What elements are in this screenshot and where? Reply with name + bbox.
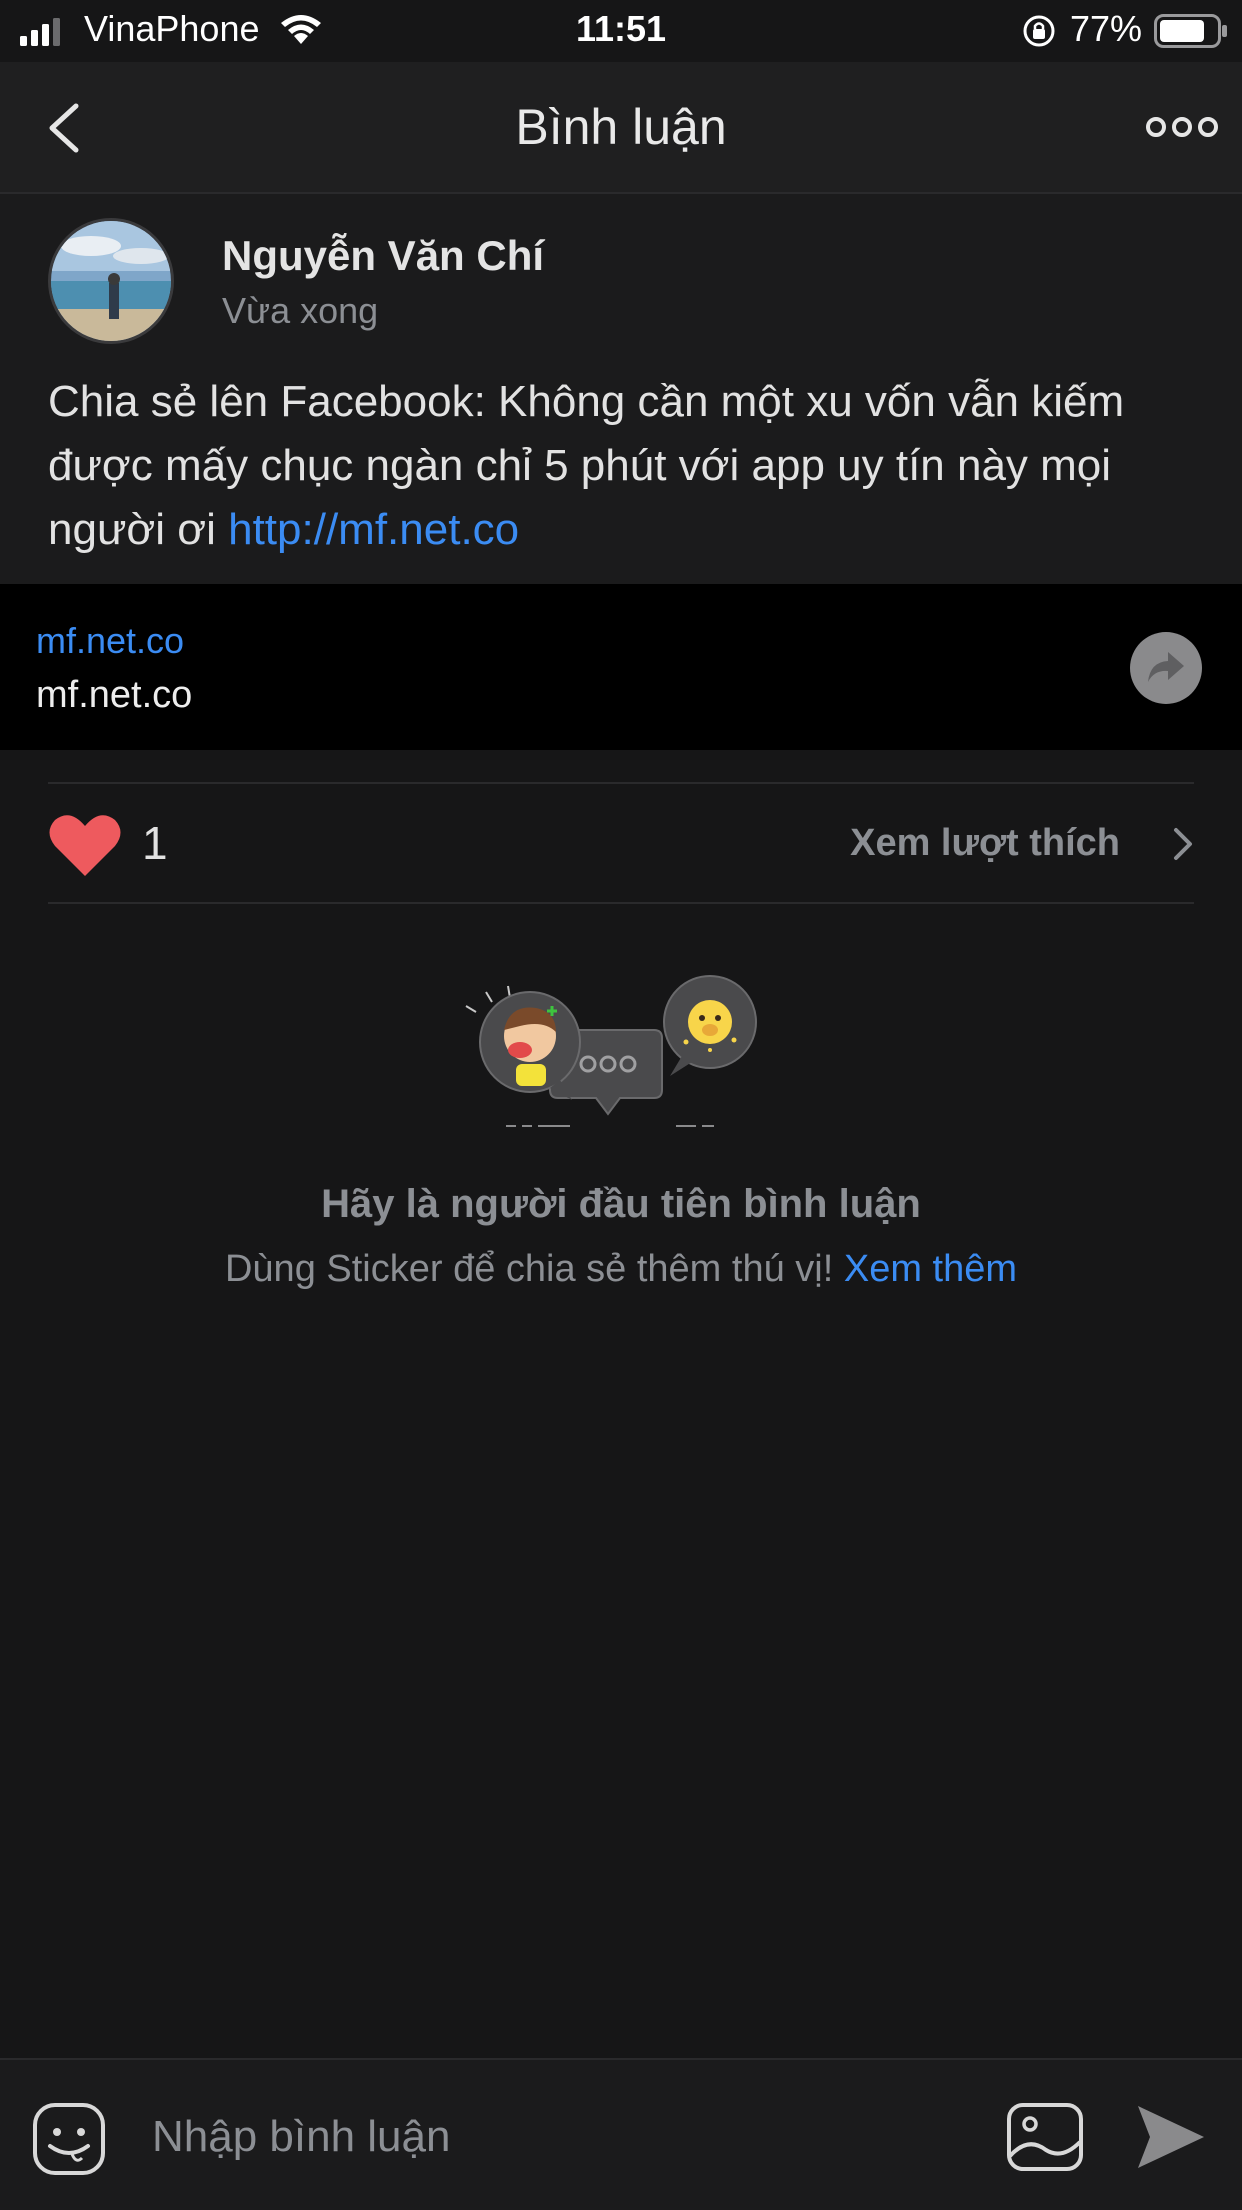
rotation-lock-icon [1023, 15, 1055, 47]
heart-icon[interactable] [48, 812, 122, 878]
battery-percent: 77% [1070, 8, 1143, 49]
see-more-link[interactable]: Xem thêm [844, 1248, 1017, 1290]
sticker-icon[interactable] [32, 2102, 106, 2176]
link-preview-card[interactable]: mf.net.co mf.net.co [0, 584, 1242, 750]
post-text-body: Chia sẻ lên Facebook: Không cần một xu v… [48, 377, 1125, 554]
share-button[interactable] [1130, 632, 1202, 704]
empty-state-title: Hãy là người đầu tiên bình luận [321, 1182, 921, 1226]
divider [48, 782, 1194, 784]
status-bar: VinaPhone 11:51 77% [0, 0, 1242, 62]
more-options-icon[interactable] [1146, 112, 1218, 142]
empty-comments-illustration [465, 975, 757, 1127]
battery-icon [1154, 14, 1227, 48]
avatar[interactable] [48, 218, 174, 344]
divider [48, 902, 1194, 904]
view-likes-label: Xem lượt thích [850, 822, 1120, 864]
nav-bar: Bình luận [0, 62, 1242, 194]
send-icon[interactable] [1136, 2104, 1206, 2170]
link-domain: mf.net.co [36, 620, 185, 661]
link-title: mf.net.co [36, 674, 193, 716]
avatar-photo [51, 221, 171, 341]
author-name[interactable]: Nguyễn Văn Chí [222, 232, 544, 280]
comment-composer [0, 2058, 1242, 2210]
post-time: Vừa xong [222, 290, 379, 331]
page-title: Bình luận [515, 99, 727, 155]
post-link[interactable]: http://mf.net.co [228, 505, 519, 554]
chevron-right-icon[interactable] [1172, 826, 1194, 862]
empty-state-subtitle-text: Dùng Sticker để chia sẻ thêm thú vị! [224, 1248, 844, 1290]
view-likes-link[interactable]: Xem lượt thích [850, 822, 1164, 865]
empty-state-subtitle: Dùng Sticker để chia sẻ thêm thú vị! Xem… [0, 1248, 1242, 1291]
post-text: Chia sẻ lên Facebook: Không cần một xu v… [48, 370, 1198, 562]
post: Nguyễn Văn Chí Vừa xong Chia sẻ lên Face… [0, 194, 1242, 584]
photo-icon[interactable] [1006, 2102, 1084, 2172]
like-count: 1 [142, 817, 168, 869]
comment-input[interactable] [150, 2096, 974, 2178]
share-arrow-icon [1148, 652, 1184, 682]
